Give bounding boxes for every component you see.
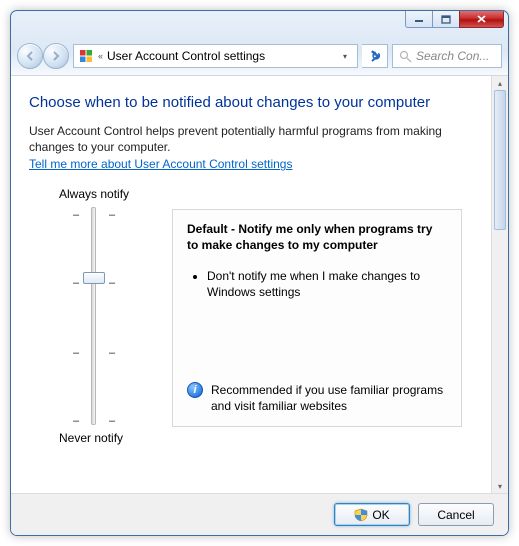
search-icon bbox=[399, 50, 412, 63]
search-box[interactable]: Search Con... bbox=[392, 44, 502, 68]
level-title: Default - Notify me only when programs t… bbox=[187, 222, 447, 253]
vertical-scrollbar[interactable]: ▴ ▾ bbox=[491, 76, 508, 493]
level-description-box: Default - Notify me only when programs t… bbox=[172, 209, 462, 427]
address-dropdown-icon[interactable]: ▾ bbox=[337, 52, 353, 61]
maximize-button[interactable] bbox=[432, 11, 460, 28]
nav-toolbar: « User Account Control settings ▾ ↻ Sear… bbox=[11, 37, 508, 75]
breadcrumb-overflow-icon: « bbox=[98, 51, 103, 61]
cancel-button[interactable]: Cancel bbox=[418, 503, 494, 526]
page-heading: Choose when to be notified about changes… bbox=[29, 94, 481, 111]
breadcrumb-text: User Account Control settings bbox=[107, 49, 333, 63]
address-bar[interactable]: « User Account Control settings ▾ bbox=[73, 44, 358, 68]
slider-column: Always notify –– –– –– –– Never notify bbox=[29, 187, 154, 451]
slider-area: Always notify –– –– –– –– Never notify D… bbox=[29, 187, 481, 451]
back-button[interactable] bbox=[17, 43, 43, 69]
client-area: Choose when to be notified about changes… bbox=[11, 75, 508, 493]
slider-tick: –– bbox=[73, 347, 115, 359]
scroll-down-button[interactable]: ▾ bbox=[492, 479, 508, 493]
help-link[interactable]: Tell me more about User Account Control … bbox=[29, 157, 292, 171]
ok-button[interactable]: OK bbox=[334, 503, 410, 526]
content-pane: Choose when to be notified about changes… bbox=[11, 76, 491, 493]
forward-button[interactable] bbox=[43, 43, 69, 69]
close-button[interactable] bbox=[459, 11, 504, 28]
control-panel-flag-icon bbox=[78, 48, 94, 64]
slider-track bbox=[91, 207, 96, 425]
level-bullets: Don't notify me when I make changes to W… bbox=[187, 268, 447, 304]
refresh-button[interactable]: ↻ bbox=[362, 44, 388, 68]
slider-thumb[interactable] bbox=[83, 272, 105, 284]
scroll-up-button[interactable]: ▴ bbox=[492, 76, 508, 90]
uac-shield-icon bbox=[354, 508, 368, 522]
search-placeholder: Search Con... bbox=[416, 49, 489, 63]
minimize-button[interactable] bbox=[405, 11, 433, 28]
slider-top-label: Always notify bbox=[59, 187, 154, 201]
recommendation-row: i Recommended if you use familiar progra… bbox=[187, 382, 447, 414]
window-titlebar bbox=[11, 11, 508, 37]
uac-settings-window: « User Account Control settings ▾ ↻ Sear… bbox=[10, 10, 509, 536]
notification-slider[interactable]: –– –– –– –– bbox=[73, 207, 154, 425]
slider-bottom-label: Never notify bbox=[59, 431, 154, 445]
level-bullet: Don't notify me when I make changes to W… bbox=[207, 268, 447, 300]
button-bar: OK Cancel bbox=[11, 493, 508, 535]
recommendation-text: Recommended if you use familiar programs… bbox=[211, 382, 447, 414]
slider-tick: –– bbox=[73, 415, 115, 427]
ok-label: OK bbox=[372, 508, 389, 522]
intro-text: User Account Control helps prevent poten… bbox=[29, 123, 459, 155]
scrollbar-thumb[interactable] bbox=[494, 90, 506, 230]
slider-tick: –– bbox=[73, 209, 115, 221]
info-icon: i bbox=[187, 382, 203, 398]
cancel-label: Cancel bbox=[437, 508, 474, 522]
svg-text:↻: ↻ bbox=[371, 49, 381, 63]
